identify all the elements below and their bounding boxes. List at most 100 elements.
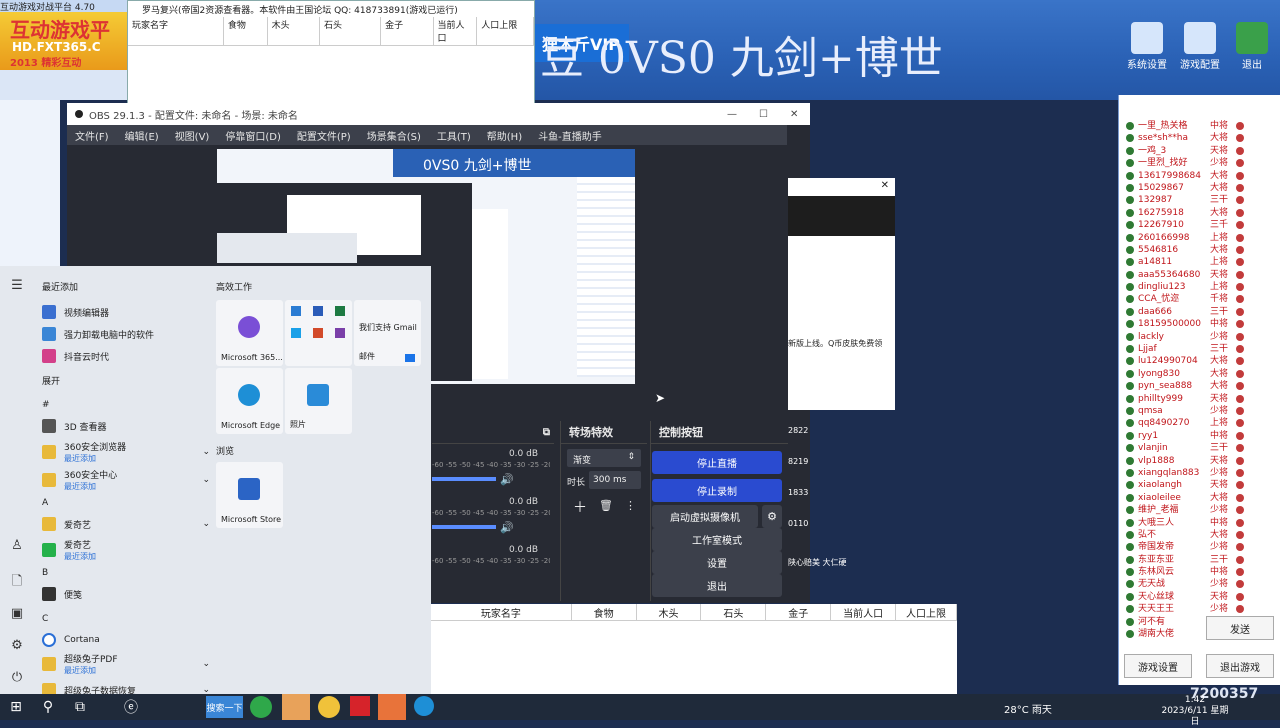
send-button[interactable]: 发送 (1206, 616, 1274, 640)
game-config-button[interactable]: 游戏配置 (1178, 22, 1222, 86)
document-icon[interactable]: 🗋 (9, 572, 25, 589)
maximize-icon[interactable]: ☐ (759, 109, 768, 120)
player-row[interactable]: 12267910 三千 (1122, 219, 1272, 231)
obs-menu-item[interactable]: 视图(V) (167, 128, 218, 143)
app-iqiyi-folder[interactable]: 爱奇艺 ⌄ (42, 514, 210, 534)
app-douyin[interactable]: 抖音云时代 (42, 346, 210, 366)
user-icon[interactable]: ♙ (9, 538, 25, 554)
settings-icon[interactable]: ⚙ (9, 638, 25, 654)
player-row[interactable]: 15029867 大将 (1122, 182, 1272, 194)
add-icon[interactable]: ＋ (573, 497, 587, 517)
tile-microsoft-365[interactable]: Microsoft 365... (216, 300, 283, 366)
player-row[interactable]: lyong830 大将 (1122, 368, 1272, 380)
letter-c[interactable]: C (42, 614, 48, 624)
tile-office-apps[interactable] (285, 300, 352, 366)
player-row[interactable]: Ljjaf 三干 (1122, 343, 1272, 355)
obs-menu-item[interactable]: 斗鱼-直播助手 (530, 128, 610, 143)
expand-label[interactable]: 展开 (42, 374, 60, 387)
player-row[interactable]: 260166998 上将 (1122, 232, 1272, 244)
weather[interactable]: 28°C 雨天 (1004, 701, 1052, 716)
player-row[interactable]: vlp1888 天将 (1122, 455, 1272, 467)
player-row[interactable]: ryy1 中将 (1122, 430, 1272, 442)
task-view-icon[interactable]: ⧉ (69, 696, 91, 718)
player-row[interactable]: 东林风云 中将 (1122, 566, 1272, 578)
tile-mail[interactable]: 我们支持 Gmail 邮件 (354, 300, 421, 366)
clock[interactable]: 1:42 2023/6/11 星期日 (1160, 695, 1230, 727)
game-settings-button[interactable]: 游戏设置 (1124, 654, 1192, 678)
obs-menu-item[interactable]: 场景集合(S) (359, 128, 429, 143)
player-row[interactable]: 18159500000 中将 (1122, 318, 1272, 330)
player-row[interactable]: 维护_老福 少将 (1122, 504, 1272, 516)
wechat-icon[interactable] (282, 694, 310, 720)
obs-taskbar-icon[interactable] (378, 694, 406, 720)
player-row[interactable]: 13617998684 大将 (1122, 170, 1272, 182)
player-row[interactable]: 一里_热关格 中将 (1122, 120, 1272, 132)
app-red-icon[interactable] (350, 696, 370, 716)
player-row[interactable]: sse*sh**ha 大将 (1122, 132, 1272, 144)
settings-button[interactable]: 设置 (652, 551, 782, 574)
exit-obs-button[interactable]: 退出 (652, 574, 782, 597)
player-row[interactable]: 弘不 大将 (1122, 529, 1272, 541)
obs-menu-item[interactable]: 帮助(H) (479, 128, 530, 143)
exit-game-button[interactable]: 退出游戏 (1206, 654, 1274, 678)
more-icon[interactable]: ⋮ (625, 499, 636, 512)
obs-menu-item[interactable]: 文件(F) (67, 128, 117, 143)
speaker-icon[interactable]: 🔊 (500, 521, 514, 534)
virtual-camera-settings-icon[interactable]: ⚙ (762, 505, 782, 528)
search-once-button[interactable]: 搜索一下 (206, 696, 243, 718)
stop-recording-button[interactable]: 停止录制 (652, 479, 782, 502)
player-row[interactable]: aaa55364680 天将 (1122, 269, 1272, 281)
app-cortana[interactable]: Cortana (42, 630, 210, 650)
player-row[interactable]: 东亚东亚 三干 (1122, 554, 1272, 566)
obs-menu-item[interactable]: 停靠窗口(D) (217, 128, 289, 143)
speaker-icon[interactable]: 🔊 (500, 473, 514, 486)
windows-start-icon[interactable]: ⊞ (5, 696, 27, 718)
duration-input[interactable]: 300 ms (589, 471, 641, 489)
minimize-icon[interactable]: — (727, 109, 737, 120)
trash-icon[interactable]: 🗑 (599, 499, 613, 512)
letter-hash[interactable]: # (42, 400, 50, 410)
app-3d-viewer[interactable]: 3D 查看器 (42, 416, 210, 436)
player-row[interactable]: pyn_sea888 大将 (1122, 380, 1272, 392)
obs-menu-item[interactable]: 配置文件(P) (289, 128, 359, 143)
volume-slider[interactable] (432, 477, 496, 481)
stop-streaming-button[interactable]: 停止直播 (652, 451, 782, 474)
player-row[interactable]: qq8490270 上将 (1122, 417, 1272, 429)
close-icon[interactable]: ✕ (790, 109, 798, 120)
player-row[interactable]: xiaolangh 天将 (1122, 479, 1272, 491)
player-row[interactable]: CCA_忧迩 千将 (1122, 293, 1272, 305)
game-icon[interactable] (318, 696, 340, 718)
player-row[interactable]: 132987 三干 (1122, 194, 1272, 206)
exit-button[interactable]: 退出 (1230, 22, 1274, 86)
letter-a[interactable]: A (42, 498, 48, 508)
obs-menu-item[interactable]: 编辑(E) (117, 128, 167, 143)
360-icon[interactable] (250, 696, 272, 718)
player-row[interactable]: 一里烈_找好 少将 (1122, 157, 1272, 169)
transition-select[interactable]: 渐变 ⇕ (567, 449, 641, 467)
player-row[interactable]: 一鸡_3 天将 (1122, 145, 1272, 157)
app-rabbit-pdf[interactable]: 超级兔子PDF 最近添加 ⌄ (42, 654, 210, 675)
power-icon[interactable]: ⏻ (9, 670, 25, 686)
studio-mode-button[interactable]: 工作室模式 (652, 528, 782, 551)
search-icon[interactable]: ⚲ (37, 696, 59, 718)
start-virtual-camera-button[interactable]: 启动虚拟摄像机 (652, 505, 758, 528)
app-360-browser[interactable]: 360安全浏览器 最近添加 ⌄ (42, 442, 210, 463)
app-sticky-notes[interactable]: 便笺 (42, 584, 210, 604)
hamburger-icon[interactable]: ☰ (9, 278, 25, 294)
tile-store[interactable]: Microsoft Store (216, 462, 283, 528)
player-row[interactable]: vlanjin 三干 (1122, 442, 1272, 454)
obs-menu-item[interactable]: 工具(T) (429, 128, 479, 143)
app-uninstaller[interactable]: 强力卸载电脑中的软件 (42, 324, 210, 344)
player-row[interactable]: 天心丝球 天将 (1122, 591, 1272, 603)
player-row[interactable]: lackly 少将 (1122, 331, 1272, 343)
volume-slider[interactable] (432, 525, 496, 529)
close-icon[interactable]: ✕ (881, 180, 889, 191)
app-iqiyi[interactable]: 爱奇艺 最近添加 (42, 540, 210, 561)
player-row[interactable]: xiaoleilee 大将 (1122, 492, 1272, 504)
edge-taskbar-icon[interactable] (414, 696, 434, 716)
player-row[interactable]: 5546816 大将 (1122, 244, 1272, 256)
player-row[interactable]: a14811 上将 (1122, 256, 1272, 268)
player-row[interactable]: lu124990704 大将 (1122, 355, 1272, 367)
tile-edge[interactable]: Microsoft Edge (216, 368, 283, 434)
dock-undock-icon[interactable]: ⧉ (543, 427, 550, 438)
